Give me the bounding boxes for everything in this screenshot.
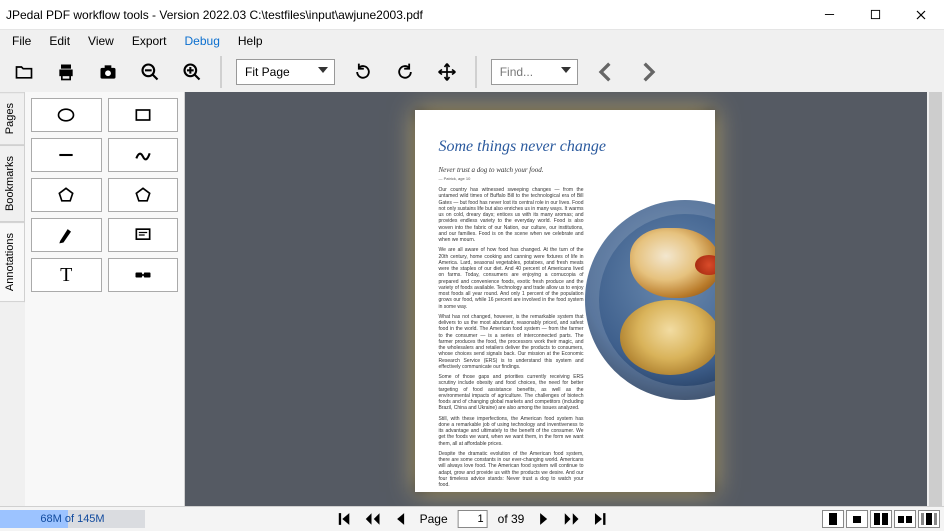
- side-tabs: Pages Bookmarks Annotations: [0, 92, 25, 506]
- annotation-panel: T: [25, 92, 185, 506]
- anno-freehand-button[interactable]: [108, 138, 179, 172]
- chevron-down-icon: [318, 67, 328, 77]
- menu-export[interactable]: Export: [124, 32, 175, 50]
- zoom-mode-value: Fit Page: [245, 65, 290, 79]
- menu-help[interactable]: Help: [230, 32, 271, 50]
- window-title: JPedal PDF workflow tools - Version 2022…: [6, 8, 806, 22]
- zoom-mode-select[interactable]: Fit Page: [236, 59, 335, 85]
- snapshot-icon[interactable]: [94, 58, 122, 86]
- close-button[interactable]: [898, 0, 944, 29]
- chevron-down-icon: [561, 67, 571, 77]
- menu-view[interactable]: View: [80, 32, 122, 50]
- find-input[interactable]: Find...: [491, 59, 578, 85]
- status-bar: 68M of 145M Page of 39: [0, 506, 944, 531]
- anno-pentagon-button[interactable]: [31, 178, 102, 212]
- anno-polygon-outline-button[interactable]: [108, 178, 179, 212]
- doc-attrib: — Patrick, age 10: [439, 176, 691, 181]
- minimize-button[interactable]: [806, 0, 852, 29]
- page-label: Page: [420, 512, 448, 526]
- side-tab-bookmarks[interactable]: Bookmarks: [0, 145, 25, 222]
- anno-ellipse-button[interactable]: [31, 98, 102, 132]
- open-icon[interactable]: [10, 58, 38, 86]
- layout-continuous-button[interactable]: [846, 510, 868, 528]
- page-total-label: of 39: [498, 512, 525, 526]
- nav-next10-icon[interactable]: [562, 510, 580, 528]
- layout-pageflow-button[interactable]: [918, 510, 940, 528]
- rotate-ccw-icon[interactable]: [349, 58, 377, 86]
- page-navigation: Page of 39: [336, 510, 609, 528]
- memory-usage-bar: 68M of 145M: [0, 510, 145, 528]
- doc-subhead: Never trust a dog to watch your food.: [439, 166, 691, 174]
- nav-last-icon[interactable]: [590, 510, 608, 528]
- anno-line-button[interactable]: [31, 138, 102, 172]
- print-icon[interactable]: [52, 58, 80, 86]
- anno-text-button[interactable]: T: [31, 258, 102, 292]
- page-number-input[interactable]: [458, 510, 488, 528]
- doc-headline: Some things never change: [439, 138, 691, 156]
- maximize-button[interactable]: [852, 0, 898, 29]
- find-placeholder: Find...: [500, 65, 533, 79]
- rotate-cw-icon[interactable]: [391, 58, 419, 86]
- find-prev-icon[interactable]: [592, 58, 620, 86]
- document-viewport[interactable]: Some things never change Never trust a d…: [185, 92, 944, 506]
- doc-image-plate: [585, 200, 715, 400]
- pan-icon[interactable]: [433, 58, 461, 86]
- toolbar: Fit Page Find...: [0, 52, 944, 92]
- doc-body: Our country has witnessed sweeping chang…: [439, 187, 584, 492]
- zoom-out-icon[interactable]: [136, 58, 164, 86]
- layout-single-button[interactable]: [822, 510, 844, 528]
- menu-debug[interactable]: Debug: [177, 32, 228, 50]
- menu-bar: File Edit View Export Debug Help: [0, 30, 944, 52]
- pdf-page: Some things never change Never trust a d…: [415, 110, 715, 492]
- side-tab-pages[interactable]: Pages: [0, 92, 25, 145]
- side-tab-annotations[interactable]: Annotations: [0, 222, 25, 302]
- vertical-scrollbar[interactable]: [927, 92, 944, 506]
- anno-rectangle-button[interactable]: [108, 98, 179, 132]
- nav-prev10-icon[interactable]: [364, 510, 382, 528]
- anno-highlight-button[interactable]: [31, 218, 102, 252]
- layout-facing-cont-button[interactable]: [894, 510, 916, 528]
- menu-edit[interactable]: Edit: [41, 32, 78, 50]
- nav-next-icon[interactable]: [534, 510, 552, 528]
- nav-first-icon[interactable]: [336, 510, 354, 528]
- window-titlebar: JPedal PDF workflow tools - Version 2022…: [0, 0, 944, 30]
- zoom-in-icon[interactable]: [178, 58, 206, 86]
- nav-prev-icon[interactable]: [392, 510, 410, 528]
- memory-usage-label: 68M of 145M: [40, 513, 104, 525]
- page-layout-buttons: [822, 510, 940, 528]
- menu-file[interactable]: File: [4, 32, 39, 50]
- layout-facing-button[interactable]: [870, 510, 892, 528]
- anno-link-button[interactable]: [108, 258, 179, 292]
- find-next-icon[interactable]: [634, 58, 662, 86]
- anno-note-button[interactable]: [108, 218, 179, 252]
- main-area: Pages Bookmarks Annotations T Some thing…: [0, 92, 944, 506]
